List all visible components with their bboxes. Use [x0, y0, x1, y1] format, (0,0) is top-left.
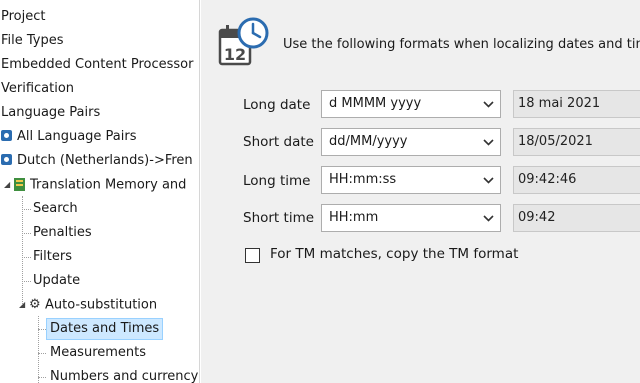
long-time-value: HH:mm:ss [329, 172, 397, 187]
tree-item-measurements[interactable]: Measurements [50, 342, 146, 364]
language-pair-icon [1, 130, 12, 141]
tree-connector [38, 353, 46, 354]
expand-arrow-icon[interactable]: ◢ [4, 174, 14, 196]
calendar-number: 12 [224, 45, 246, 64]
tm-format-checkbox[interactable] [245, 248, 260, 263]
chevron-down-icon [483, 101, 494, 108]
tree-item-embedded-content-processor[interactable]: Embedded Content Processor [1, 54, 193, 76]
tree-item-dates-and-times[interactable]: Dates and Times [46, 318, 164, 340]
tree-item-label: Update [33, 273, 81, 288]
tree-item-update[interactable]: Update [33, 270, 80, 292]
short-date-preview: 18/05/2021 [513, 128, 640, 156]
tree-connector [22, 257, 31, 258]
long-date-preview: 18 mai 2021 [513, 90, 640, 118]
short-time-preview-value: 09:42 [518, 210, 556, 225]
long-time-preview-value: 09:42:46 [518, 172, 577, 187]
tree-item-search[interactable]: Search [33, 198, 78, 220]
tree-item-label: Verification [1, 81, 75, 96]
tree-item-label: Translation Memory and [30, 177, 187, 193]
tree-item-dutch-french-pair[interactable]: Dutch (Netherlands)->Fren [1, 150, 193, 172]
tree-item-label: Search [33, 201, 78, 216]
tree-item-label: Project [1, 9, 46, 24]
tree-item-label: Embedded Content Processor [1, 57, 194, 72]
panel-description: Use the following formats when localizin… [283, 37, 640, 52]
tree-item-label: File Types [1, 33, 64, 48]
tree-connector [38, 377, 46, 378]
tree-connector [38, 316, 39, 383]
tree-connector [22, 233, 31, 234]
long-date-combo[interactable]: d MMMM yyyy [321, 90, 501, 118]
short-date-label: Short date [243, 134, 314, 150]
short-time-value: HH:mm [329, 210, 379, 225]
calendar-clock-icon: 12 [218, 17, 269, 66]
tm-format-checkbox-label[interactable]: For TM matches, copy the TM format [270, 246, 518, 262]
tree-connector [38, 329, 46, 330]
tree-item-translation-memory[interactable]: ◢ Translation Memory and [4, 174, 186, 196]
tree-connector [22, 281, 31, 282]
chevron-down-icon [483, 177, 494, 184]
tree-item-numbers-and-currency[interactable]: Numbers and currency [50, 366, 198, 383]
expand-arrow-icon[interactable]: ◢ [19, 294, 29, 316]
tree-connector [22, 209, 31, 210]
long-time-preview: 09:42:46 [513, 166, 640, 194]
short-date-value: dd/MM/yyyy [329, 134, 408, 149]
chevron-down-icon [483, 215, 494, 222]
tree-item-language-pairs[interactable]: Language Pairs [1, 102, 100, 124]
short-time-preview: 09:42 [513, 204, 640, 232]
short-date-preview-value: 18/05/2021 [518, 134, 593, 149]
tree-item-verification[interactable]: Verification [1, 78, 74, 100]
settings-tree: Project File Types Embedded Content Proc… [0, 0, 200, 383]
long-date-preview-value: 18 mai 2021 [518, 96, 601, 111]
long-date-value: d MMMM yyyy [329, 96, 422, 111]
tree-item-label: Filters [33, 249, 72, 264]
tree-item-label: Penalties [33, 225, 92, 240]
tree-item-label: Dutch (Netherlands)->Fren [17, 153, 193, 168]
short-date-combo[interactable]: dd/MM/yyyy [321, 128, 501, 156]
long-time-label: Long time [243, 173, 311, 189]
tree-item-label: Dates and Times [46, 318, 164, 340]
tree-item-project[interactable]: Project [1, 6, 45, 28]
translation-memory-icon [14, 177, 25, 191]
gear-icon: ⚙ [29, 297, 41, 312]
tree-item-penalties[interactable]: Penalties [33, 222, 92, 244]
short-time-label: Short time [243, 210, 315, 226]
tree-item-label: Language Pairs [1, 105, 101, 120]
tree-item-filters[interactable]: Filters [33, 246, 72, 268]
long-date-label: Long date [243, 97, 311, 113]
tree-item-label: Auto-substitution [45, 297, 158, 313]
chevron-down-icon [483, 139, 494, 146]
tree-item-auto-substitution[interactable]: ◢ ⚙ Auto-substitution [19, 294, 157, 316]
tree-item-file-types[interactable]: File Types [1, 30, 64, 52]
tree-item-label: All Language Pairs [17, 129, 137, 144]
tree-item-label: Measurements [50, 345, 147, 360]
long-time-combo[interactable]: HH:mm:ss [321, 166, 501, 194]
tree-item-label: Numbers and currency [50, 369, 199, 383]
tree-connector [22, 196, 23, 304]
language-pair-icon [1, 154, 12, 165]
tree-item-all-language-pairs[interactable]: All Language Pairs [1, 126, 137, 148]
short-time-combo[interactable]: HH:mm [321, 204, 501, 232]
